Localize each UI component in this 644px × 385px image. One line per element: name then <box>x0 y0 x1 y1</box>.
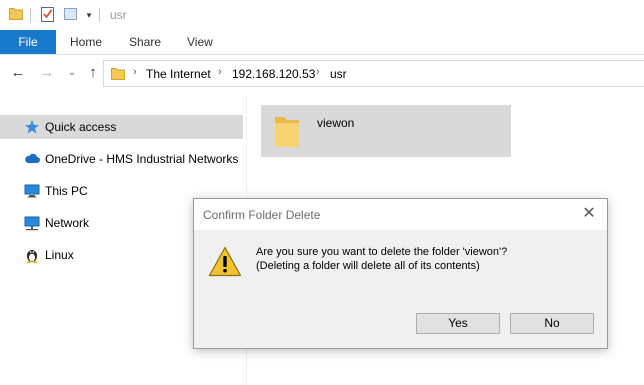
breadcrumb-host[interactable]: 192.168.120.53 <box>232 67 315 81</box>
tab-view[interactable]: View <box>187 30 213 54</box>
breadcrumb-separator[interactable]: › <box>316 66 320 78</box>
network-icon <box>24 216 40 231</box>
breadcrumb-the-internet[interactable]: The Internet <box>146 67 211 81</box>
star-icon <box>25 120 39 134</box>
sidebar-item-label: Quick access <box>45 120 117 134</box>
ribbon-tabs: File Home Share View <box>0 30 644 55</box>
sidebar-item-quick-access[interactable]: Quick access <box>0 115 243 139</box>
back-arrow-icon[interactable]: ← <box>10 65 26 81</box>
computer-icon <box>24 184 40 198</box>
sidebar-item-onedrive[interactable]: OneDrive - HMS Industrial Networks <box>0 147 243 171</box>
close-icon[interactable]: ✕ <box>579 204 599 224</box>
folder-icon <box>275 117 299 147</box>
tab-home[interactable]: Home <box>70 30 102 54</box>
customize-dropdown-icon[interactable]: ▾ <box>84 8 94 22</box>
title-bar: ▾ usr <box>0 0 644 30</box>
folder-icon <box>111 68 125 80</box>
breadcrumb-separator[interactable]: › <box>218 66 222 78</box>
linux-penguin-icon <box>27 250 37 263</box>
address-bar[interactable]: › The Internet › 192.168.120.53 › usr <box>103 60 644 87</box>
no-button[interactable]: No <box>510 313 594 334</box>
tab-share[interactable]: Share <box>129 30 161 54</box>
sidebar-item-label: OneDrive - HMS Industrial Networks <box>45 152 239 166</box>
folder-icon[interactable] <box>9 7 23 20</box>
yes-button[interactable]: Yes <box>416 313 500 334</box>
sidebar-item-label: Network <box>45 216 90 230</box>
cloud-icon <box>25 153 40 163</box>
breadcrumb-separator[interactable]: › <box>133 66 137 78</box>
toolbar-separator <box>30 8 31 22</box>
dialog-message: Are you sure you want to delete the fold… <box>256 246 508 258</box>
folder-item-viewon[interactable]: viewon <box>261 105 511 157</box>
navigation-bar: ← → ⌄ ↑ › The Internet › 192.168.120.53 … <box>0 55 644 95</box>
dialog-title-bar[interactable]: Confirm Folder Delete ✕ <box>194 199 607 230</box>
file-explorer-window: ▾ usr File Home Share View ← → ⌄ ↑ › The… <box>0 0 644 385</box>
forward-arrow-icon[interactable]: → <box>39 65 55 81</box>
sidebar-item-label: Linux <box>45 248 74 262</box>
breadcrumb-usr[interactable]: usr <box>330 67 347 81</box>
warning-icon <box>208 246 242 277</box>
dialog-title: Confirm Folder Delete <box>203 208 321 222</box>
sidebar-item-label: This PC <box>45 184 88 198</box>
recent-locations-icon[interactable]: ⌄ <box>64 65 80 81</box>
folder-name: viewon <box>317 116 355 130</box>
toolbar-separator <box>99 8 100 22</box>
dialog-message-note: (Deleting a folder will delete all of it… <box>256 260 480 272</box>
confirm-folder-delete-dialog: Confirm Folder Delete ✕ Are you sure you… <box>193 198 608 349</box>
window-title: usr <box>110 8 127 22</box>
up-arrow-icon[interactable]: ↑ <box>85 65 101 81</box>
tab-file[interactable]: File <box>0 30 56 54</box>
new-folder-icon[interactable] <box>64 8 77 20</box>
properties-icon[interactable] <box>41 6 55 22</box>
